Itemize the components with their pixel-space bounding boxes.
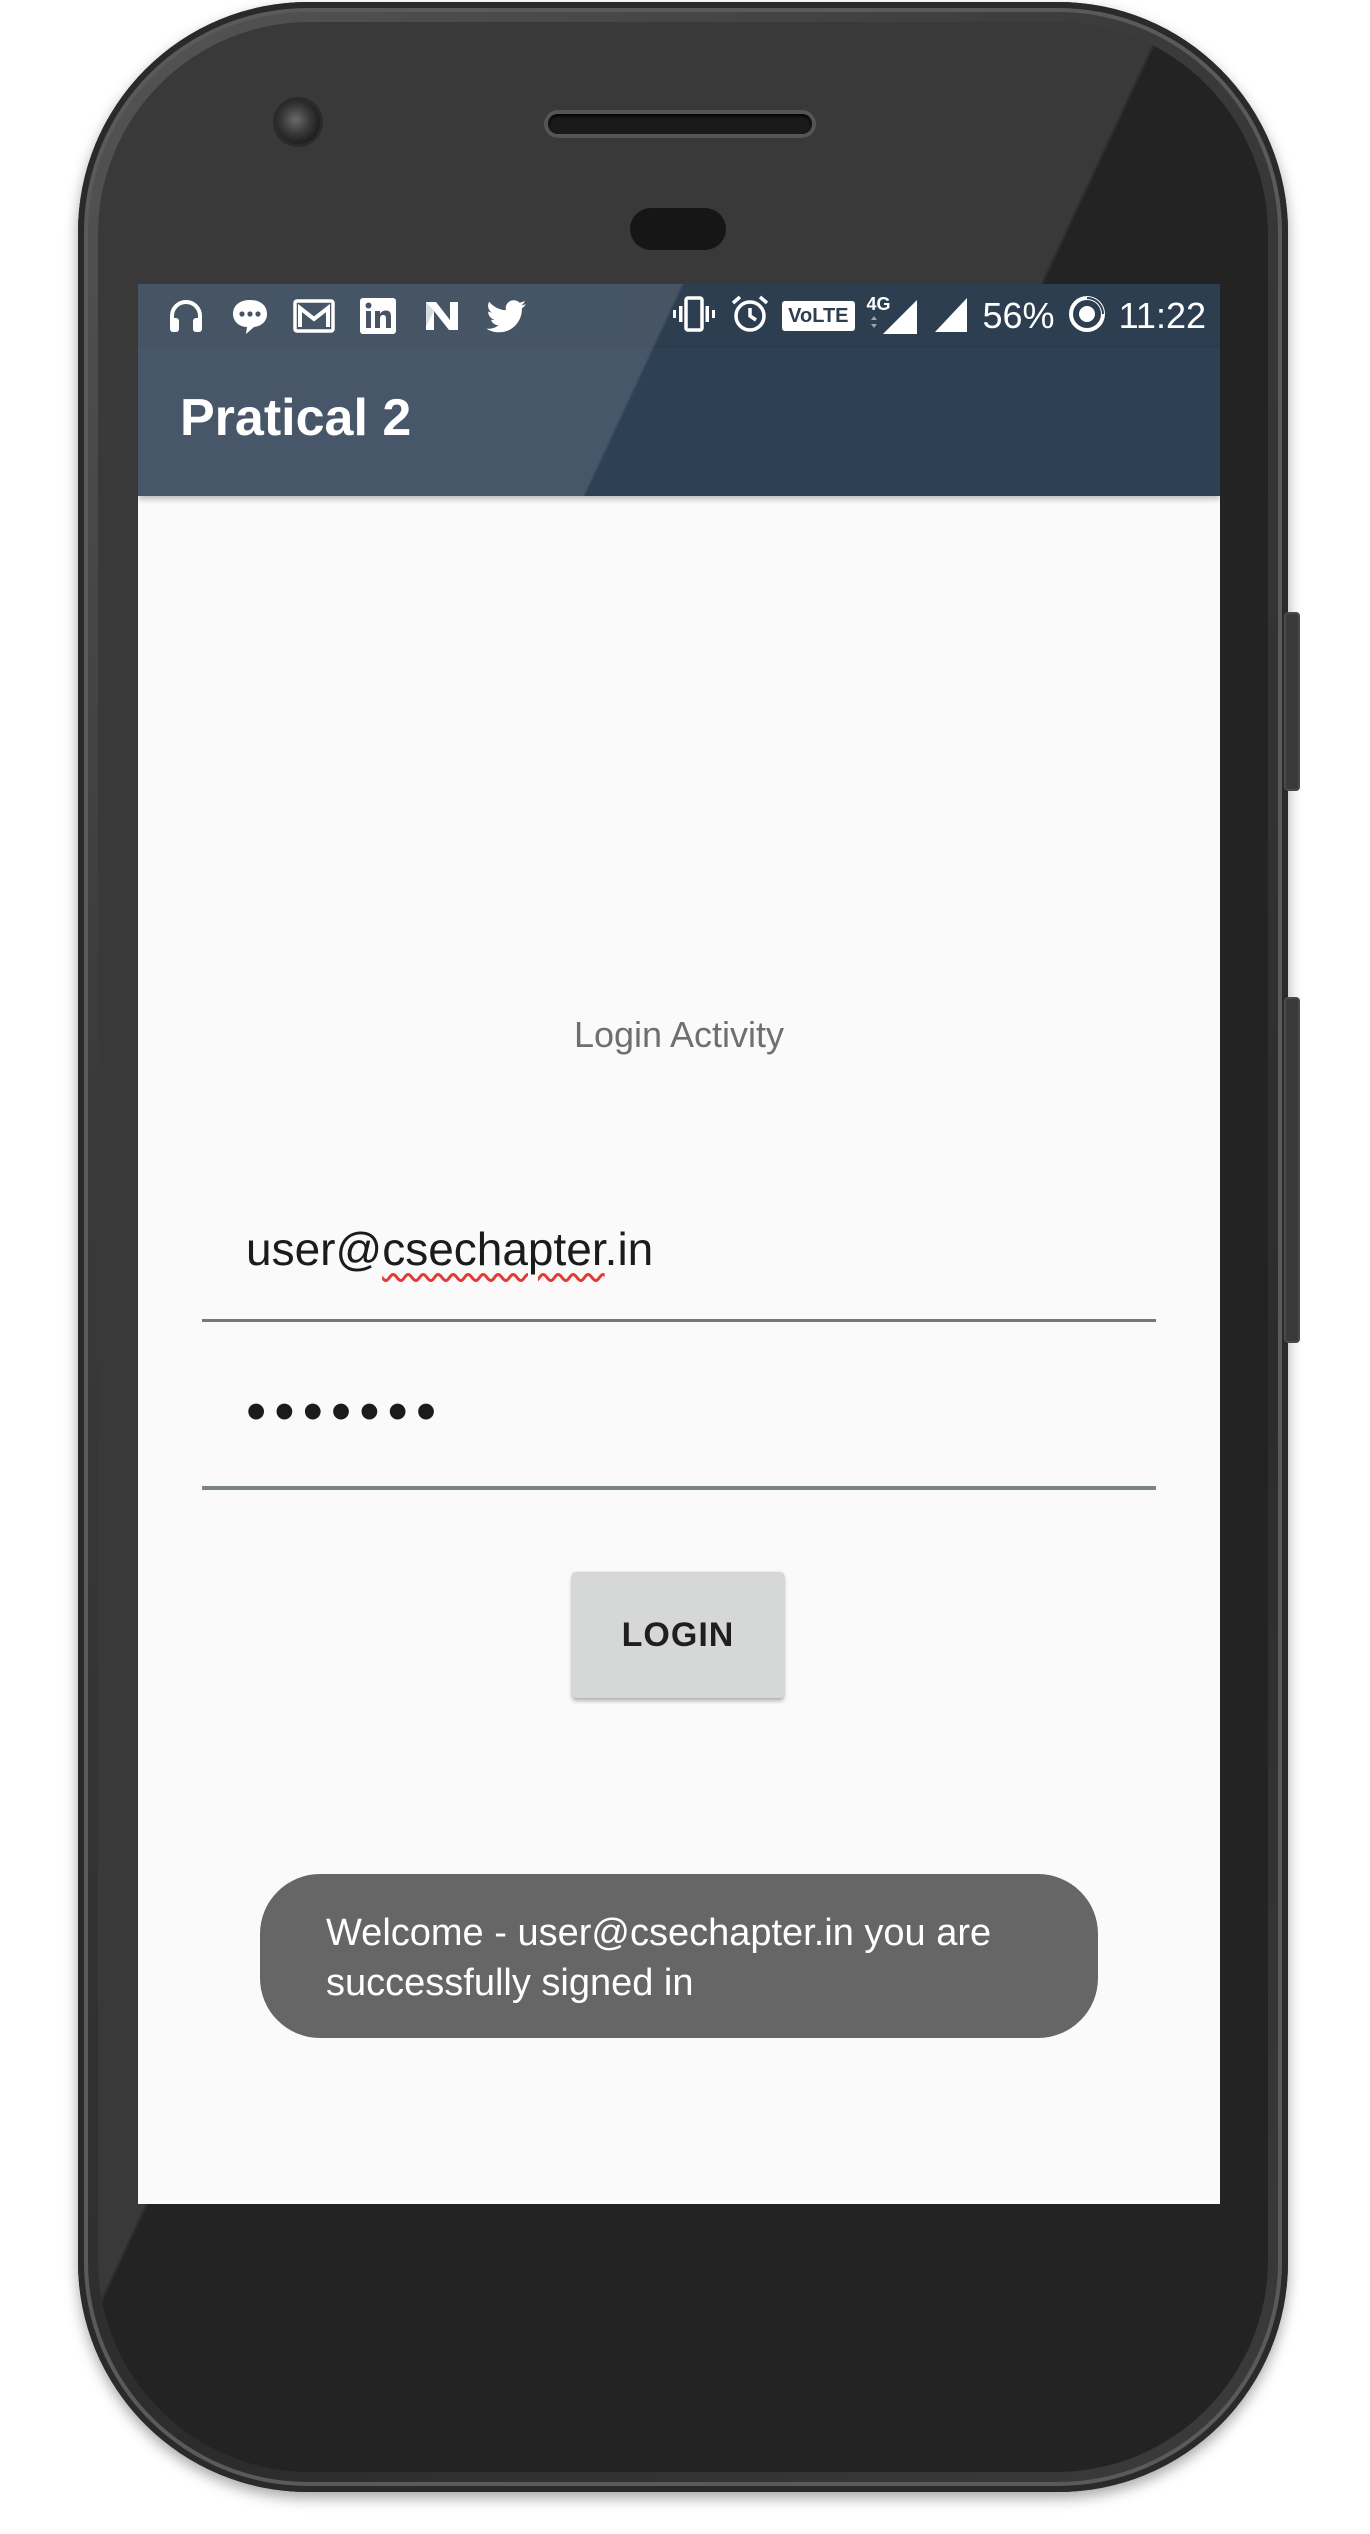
- spellcheck-underlined-word: csechapter: [382, 1223, 605, 1275]
- password-field[interactable]: •••••••: [202, 1370, 1156, 1490]
- earpiece-speaker: [548, 114, 812, 134]
- activity-label: Login Activity: [573, 1014, 785, 1055]
- status-bar: VoLTE 4G 56% 11:22: [138, 284, 1220, 348]
- volte-icon: VoLTE: [782, 301, 855, 331]
- system-icons: VoLTE 4G 56% 11:22: [670, 294, 1206, 338]
- battery-percentage: 56%: [982, 295, 1055, 336]
- email-prefix: user@: [246, 1223, 383, 1275]
- email-suffix: .in: [604, 1223, 654, 1275]
- password-value[interactable]: •••••••: [246, 1378, 444, 1445]
- app-title: Pratical 2: [180, 389, 412, 447]
- battery-saver-icon: [1067, 294, 1107, 339]
- app-bar: Pratical 2: [138, 348, 1220, 496]
- chat-bubble-icon: [228, 294, 272, 338]
- vibrate-icon: [670, 294, 718, 339]
- email-field[interactable]: user@csechapter.in: [202, 1202, 1156, 1322]
- signal-4g-icon: 4G: [867, 294, 921, 336]
- signal-icon: [933, 294, 971, 339]
- email-value[interactable]: user@csechapter.in: [246, 1222, 653, 1276]
- gmail-icon: [292, 294, 336, 338]
- alarm-icon: [730, 294, 770, 339]
- proximity-sensor: [630, 208, 726, 250]
- front-camera: [276, 100, 320, 144]
- clock: 11:22: [1118, 295, 1206, 336]
- linkedin-icon: [356, 294, 400, 338]
- login-button[interactable]: LOGIN: [572, 1572, 784, 1698]
- volume-rocker: [1284, 997, 1300, 1343]
- notification-icons: [164, 294, 528, 338]
- password-field-underline: [202, 1486, 1156, 1490]
- toast-message: Welcome - user@csechapter.in you are suc…: [260, 1874, 1098, 2038]
- power-button: [1284, 612, 1300, 791]
- device-screen: VoLTE 4G 56% 11:22 Pratical 2 Login Acti…: [138, 284, 1220, 2204]
- email-field-underline: [202, 1319, 1156, 1322]
- n-icon: [420, 294, 464, 338]
- headphones-icon: [164, 294, 208, 338]
- twitter-icon: [484, 294, 528, 338]
